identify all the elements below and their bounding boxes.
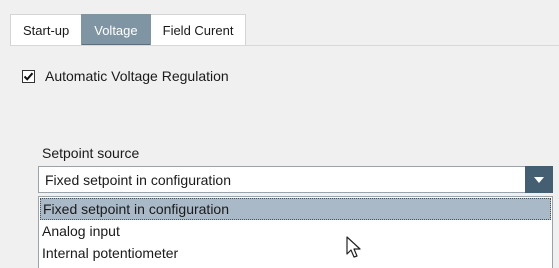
option-fixed-setpoint[interactable]: Fixed setpoint in configuration [40,198,551,220]
voltage-settings-panel: Start-up Voltage Field Curent Automatic … [0,0,559,268]
tab-divider [10,45,559,46]
check-icon [23,72,34,81]
setpoint-source-select[interactable]: Fixed setpoint in configuration [38,166,553,193]
mouse-pointer-icon [346,236,361,258]
tab-list: Start-up Voltage Field Curent [10,14,247,46]
avr-checkbox[interactable] [22,69,35,83]
tab-field-curent[interactable]: Field Curent [149,14,247,46]
avr-checkbox-label: Automatic Voltage Regulation [45,68,229,84]
setpoint-source-value: Fixed setpoint in configuration [45,172,231,188]
tab-start-up[interactable]: Start-up [10,14,83,46]
option-internal-potentiometer[interactable]: Internal potentiometer [39,242,552,264]
setpoint-source-dropdown-list: Fixed setpoint in configuration Analog i… [38,196,553,268]
tab-voltage[interactable]: Voltage [81,14,151,46]
option-analog-input[interactable]: Analog input [39,220,552,242]
avr-checkbox-row[interactable]: Automatic Voltage Regulation [22,68,229,84]
dropdown-button[interactable] [525,166,553,193]
chevron-down-icon [534,177,544,183]
tab-strip: Start-up Voltage Field Curent [0,0,559,46]
setpoint-source-label: Setpoint source [42,145,140,161]
